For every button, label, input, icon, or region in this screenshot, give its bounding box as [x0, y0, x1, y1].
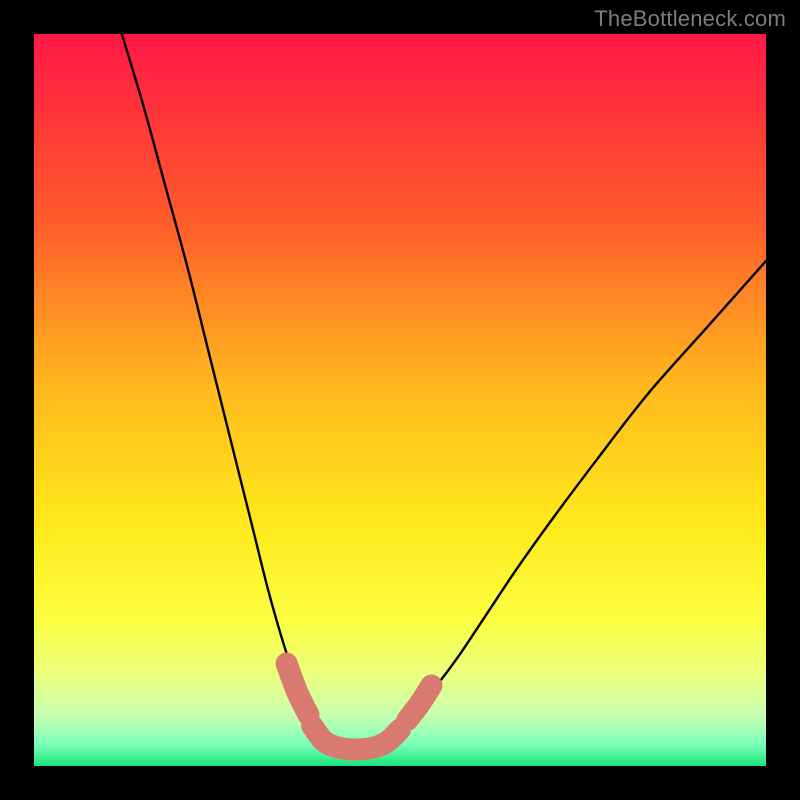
highlight-arc-2: [407, 685, 431, 719]
watermark-text: TheBottleneck.com: [594, 6, 786, 32]
highlight-arc-1: [312, 726, 400, 750]
plot-area: [34, 34, 766, 766]
curve-layer: [34, 34, 766, 766]
chart-frame: TheBottleneck.com: [0, 0, 800, 800]
highlight-arc-0: [287, 664, 309, 715]
left-curve-line: [122, 34, 349, 749]
